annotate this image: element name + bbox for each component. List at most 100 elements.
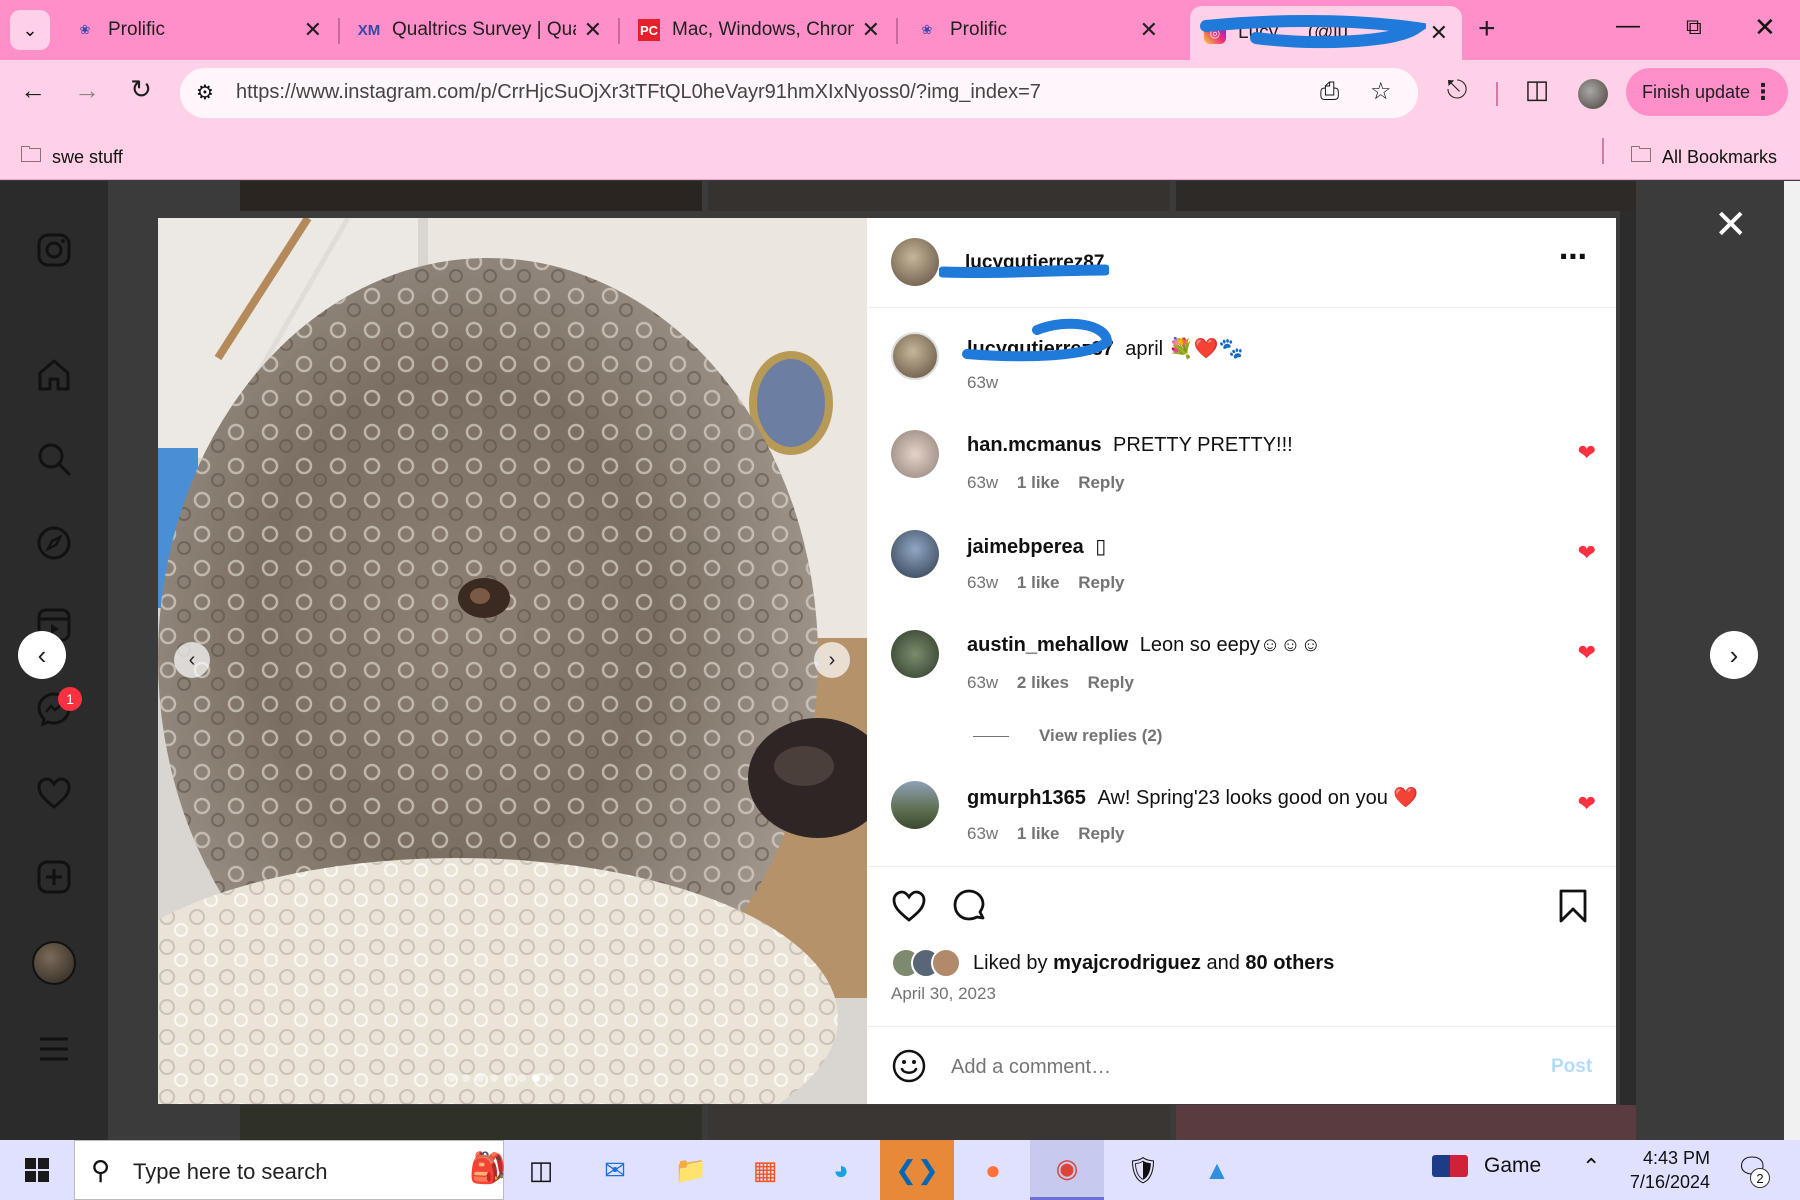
profile-avatar[interactable] bbox=[32, 941, 76, 985]
edge-app[interactable]: ◕ bbox=[804, 1140, 878, 1200]
chrome-app[interactable]: ◉ bbox=[1030, 1140, 1104, 1200]
tab-prolific-1[interactable]: ❀ Prolific ✕ bbox=[60, 8, 336, 52]
comment-username[interactable]: gmurph1365 bbox=[967, 787, 1086, 809]
carousel-dot[interactable] bbox=[504, 1074, 512, 1082]
comment-input[interactable] bbox=[951, 1052, 1511, 1082]
bookmark-folder-swe[interactable]: 🗀 swe stuff bbox=[20, 138, 123, 176]
comment-likes[interactable]: 1 like bbox=[1017, 473, 1060, 492]
reply-button[interactable]: Reply bbox=[1078, 473, 1124, 492]
security-app[interactable]: 🛡 bbox=[1106, 1140, 1180, 1200]
window-close-button[interactable]: ✕ bbox=[1754, 12, 1776, 43]
next-post-button[interactable]: › bbox=[1710, 631, 1758, 679]
carousel-dot[interactable] bbox=[532, 1074, 540, 1082]
caption-avatar[interactable] bbox=[891, 332, 939, 380]
close-modal-button[interactable]: ✕ bbox=[1714, 202, 1748, 248]
create-icon[interactable] bbox=[30, 853, 78, 901]
home-icon[interactable] bbox=[30, 351, 78, 399]
all-bookmarks-button[interactable]: 🗀 All Bookmarks bbox=[1630, 138, 1777, 176]
file-explorer-app[interactable]: 📁 bbox=[654, 1140, 728, 1200]
liked-heart-icon[interactable]: ❤ bbox=[1578, 640, 1596, 666]
minimize-button[interactable]: — bbox=[1616, 12, 1640, 40]
heart-icon[interactable] bbox=[30, 769, 78, 817]
tab-prolific-2[interactable]: ❀ Prolific ✕ bbox=[902, 8, 1172, 52]
firefox-app[interactable]: ● bbox=[956, 1140, 1030, 1200]
site-info-icon[interactable]: ⚙ bbox=[196, 80, 214, 105]
comment-avatar[interactable] bbox=[891, 781, 939, 829]
post-comment-button[interactable]: Post bbox=[1551, 1056, 1592, 1078]
menu-icon[interactable] bbox=[30, 1025, 78, 1073]
tab-search-button[interactable]: ⌄ bbox=[10, 10, 50, 50]
clock[interactable]: 4:43 PM 7/16/2024 bbox=[1620, 1146, 1710, 1194]
view-replies-button[interactable]: View replies (2) bbox=[973, 726, 1162, 746]
save-button[interactable] bbox=[1557, 888, 1589, 929]
liked-heart-icon[interactable]: ❤ bbox=[1578, 791, 1596, 817]
reply-button[interactable]: Reply bbox=[1078, 824, 1124, 843]
tab-qualtrics[interactable]: XM Qualtrics Survey | Qua ✕ bbox=[344, 8, 616, 52]
instagram-logo-icon[interactable] bbox=[30, 226, 78, 274]
back-button[interactable]: ← bbox=[18, 75, 48, 106]
previous-post-button[interactable]: ‹ bbox=[18, 631, 66, 679]
vscode-app[interactable]: ❮❯ bbox=[880, 1140, 954, 1200]
like-button[interactable] bbox=[891, 888, 927, 929]
explore-icon[interactable] bbox=[30, 519, 78, 567]
photo-prev-button[interactable]: ‹ bbox=[174, 642, 210, 678]
comment-avatar[interactable] bbox=[891, 430, 939, 478]
mail-app[interactable]: ✉ bbox=[578, 1140, 652, 1200]
weather-widget[interactable]: Game bbox=[1432, 1154, 1541, 1178]
liked-heart-icon[interactable]: ❤ bbox=[1578, 540, 1596, 566]
photos-app[interactable]: ▲ bbox=[1180, 1140, 1254, 1200]
reload-button[interactable]: ↻ bbox=[126, 74, 156, 105]
notification-count: 2 bbox=[1750, 1168, 1770, 1188]
restore-button[interactable]: ⧉ bbox=[1686, 14, 1702, 40]
comment-likes[interactable]: 1 like bbox=[1017, 573, 1060, 592]
photo-next-button[interactable]: › bbox=[814, 642, 850, 678]
show-hidden-icons[interactable]: ⌃ bbox=[1582, 1154, 1600, 1180]
comment-likes[interactable]: 2 likes bbox=[1017, 673, 1069, 692]
comment-likes[interactable]: 1 like bbox=[1017, 824, 1060, 843]
close-icon[interactable]: ✕ bbox=[1430, 20, 1448, 46]
emoji-button[interactable] bbox=[891, 1048, 927, 1089]
comment-button[interactable] bbox=[951, 888, 987, 929]
address-bar[interactable]: ⚙ https://www.instagram.com/p/CrrHjcSuOj… bbox=[180, 68, 1418, 118]
close-icon[interactable]: ✕ bbox=[862, 17, 880, 43]
carousel-dot[interactable] bbox=[546, 1074, 554, 1082]
comment-avatar[interactable] bbox=[891, 530, 939, 578]
store-app[interactable]: ▦ bbox=[728, 1140, 802, 1200]
carousel-dot[interactable] bbox=[462, 1074, 470, 1082]
new-tab-button[interactable]: + bbox=[1478, 12, 1496, 46]
more-vert-icon[interactable]: ⋮ bbox=[1752, 79, 1774, 105]
carousel-dot[interactable] bbox=[476, 1074, 484, 1082]
liked-by-others[interactable]: 80 others bbox=[1245, 952, 1334, 974]
tab-pcmag[interactable]: PC Mac, Windows, Chron ✕ bbox=[624, 8, 894, 52]
liked-by-user[interactable]: myajcrodriguez bbox=[1053, 952, 1201, 974]
comment-username[interactable]: han.mcmanus bbox=[967, 434, 1101, 456]
install-app-icon[interactable]: ⎙ bbox=[1320, 78, 1339, 106]
profile-avatar[interactable] bbox=[1578, 79, 1608, 109]
comment-username[interactable]: austin_mehallow bbox=[967, 634, 1128, 656]
notification-center-button[interactable]: 🗨 2 bbox=[1736, 1152, 1770, 1188]
close-icon[interactable]: ✕ bbox=[304, 17, 322, 43]
page-scrollbar[interactable] bbox=[1784, 181, 1800, 1140]
carousel-dot[interactable] bbox=[490, 1074, 498, 1082]
close-icon[interactable]: ✕ bbox=[584, 17, 602, 43]
carousel-dot[interactable] bbox=[518, 1074, 526, 1082]
task-view-button[interactable]: ◫ bbox=[504, 1140, 578, 1200]
more-options-icon[interactable]: ⋯ bbox=[1559, 240, 1587, 273]
bookmark-star-icon[interactable]: ☆ bbox=[1370, 77, 1392, 106]
close-icon[interactable]: ✕ bbox=[1140, 17, 1158, 43]
reply-button[interactable]: Reply bbox=[1078, 573, 1124, 592]
store-icon: ▦ bbox=[752, 1154, 778, 1185]
extensions-icon[interactable]: ⎋ bbox=[1442, 74, 1472, 106]
side-panel-icon[interactable]: ◫ bbox=[1522, 74, 1552, 105]
comment-avatar[interactable] bbox=[891, 630, 939, 678]
taskbar-search-box[interactable]: ⚲ Type here to search 🎒 bbox=[74, 1140, 506, 1200]
liked-heart-icon[interactable]: ❤ bbox=[1578, 440, 1596, 466]
reply-button[interactable]: Reply bbox=[1088, 673, 1134, 692]
author-avatar[interactable] bbox=[891, 238, 939, 286]
comment-username[interactable]: jaimebperea bbox=[967, 536, 1084, 558]
start-button[interactable] bbox=[0, 1140, 74, 1200]
search-icon[interactable] bbox=[30, 435, 78, 483]
carousel-dot[interactable] bbox=[448, 1074, 456, 1082]
forward-button[interactable]: → bbox=[72, 75, 102, 106]
finish-update-button[interactable]: Finish update ⋮ bbox=[1626, 68, 1788, 116]
